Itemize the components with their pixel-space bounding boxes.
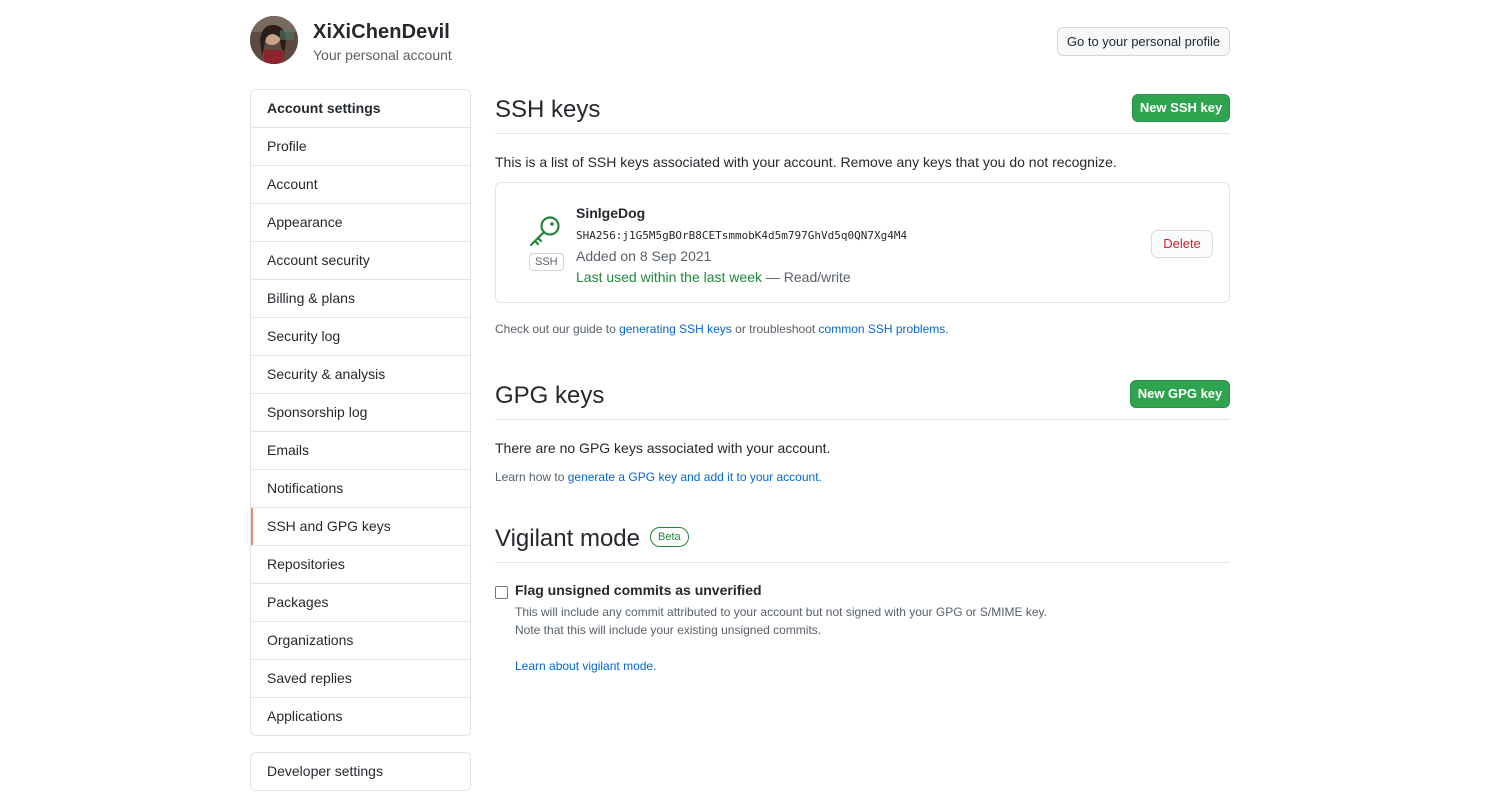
gpg-learn-note: Learn how to generate a GPG key and add … [495,470,1230,484]
flag-unsigned-commits-label[interactable]: Flag unsigned commits as unverified [515,582,762,598]
gpg-learn-prefix: Learn how to [495,470,568,484]
generate-gpg-key-link[interactable]: generate a GPG key and add it to your ac… [568,470,819,484]
developer-settings-menu: Developer settings [250,752,471,791]
sidebar-item-billing[interactable]: Billing & plans [251,280,470,318]
sidebar-item-security-log[interactable]: Security log [251,318,470,356]
ssh-key-fingerprint: SHA256:j1G5M5gBOrB8CETsmmobK4d5m797GhVd5… [576,229,908,242]
vigilant-learn: Learn about vigilant mode. [515,659,656,673]
gpg-keys-title: GPG keys [495,382,605,409]
ssh-key-item: SSH SinlgeDog SHA256:j1G5M5gBOrB8CETsmmo… [495,182,1230,303]
gpg-keys-empty: There are no GPG keys associated with yo… [495,440,831,456]
sidebar-item-organizations[interactable]: Organizations [251,622,470,660]
ssh-key-name: SinlgeDog [576,205,646,221]
ssh-guide-suffix: . [945,322,949,336]
vigilant-mode-option: Flag unsigned commits as unverified This… [495,582,1230,692]
ssh-guide-note: Check out our guide to generating SSH ke… [495,322,1230,336]
menu-heading: Account settings [251,90,470,128]
sidebar-item-notifications[interactable]: Notifications [251,470,470,508]
settings-sidebar: Account settings Profile Account Appeara… [250,89,471,791]
sidebar-item-packages[interactable]: Packages [251,584,470,622]
ssh-guide-prefix: Check out our guide to [495,322,620,336]
vigilant-mode-title-text: Vigilant mode [495,525,640,552]
main-content: SSH keys New SSH key This is a list of S… [495,89,1230,692]
account-settings-menu: Account settings Profile Account Appeara… [250,89,471,736]
ssh-guide-mid: or troubleshoot [731,322,819,336]
ssh-key-usage: Last used within the last week — Read/wr… [576,269,851,285]
ssh-key-last-used: Last used within the last week [576,269,762,285]
user-subtitle: Your personal account [313,47,452,63]
sidebar-item-saved-replies[interactable]: Saved replies [251,660,470,698]
vigilant-learn-suffix: . [653,659,657,673]
new-ssh-key-button[interactable]: New SSH key [1132,94,1230,122]
avatar[interactable] [250,16,298,64]
sidebar-item-account[interactable]: Account [251,166,470,204]
common-ssh-problems-link[interactable]: common SSH problems [819,322,946,336]
key-icon [528,214,562,253]
delete-ssh-key-button[interactable]: Delete [1151,230,1213,258]
ssh-badge: SSH [529,253,564,271]
ssh-key-access: — Read/write [762,269,851,285]
ssh-key-added-date: Added on 8 Sep 2021 [576,248,712,264]
sidebar-item-profile[interactable]: Profile [251,128,470,166]
vigilant-note-2: Note that this will include your existin… [515,623,822,637]
sidebar-item-appearance[interactable]: Appearance [251,204,470,242]
sidebar-item-emails[interactable]: Emails [251,432,470,470]
new-gpg-key-button[interactable]: New GPG key [1130,380,1230,408]
sidebar-item-account-security[interactable]: Account security [251,242,470,280]
ssh-keys-subhead: SSH keys New SSH key [495,89,1230,134]
user-name: XiXiChenDevil [313,21,450,43]
ssh-keys-description: This is a list of SSH keys associated wi… [495,154,1117,170]
learn-vigilant-mode-link[interactable]: Learn about vigilant mode [515,659,653,673]
go-to-profile-button[interactable]: Go to your personal profile [1057,27,1230,56]
sidebar-item-applications[interactable]: Applications [251,698,470,735]
vigilant-mode-title: Vigilant mode Beta [495,525,689,553]
gpg-learn-suffix: . [818,470,822,484]
account-header: XiXiChenDevil Your personal account Go t… [250,16,1230,66]
gpg-keys-subhead: GPG keys New GPG key [495,375,1230,420]
sidebar-item-sponsorship-log[interactable]: Sponsorship log [251,394,470,432]
vigilant-note-1: This will include any commit attributed … [515,605,1048,619]
sidebar-item-developer-settings[interactable]: Developer settings [251,753,470,790]
sidebar-item-ssh-gpg-keys[interactable]: SSH and GPG keys [251,508,470,546]
ssh-keys-title: SSH keys [495,96,601,123]
generating-ssh-keys-link[interactable]: generating SSH keys [619,322,732,336]
flag-unsigned-commits-checkbox[interactable] [495,586,508,599]
beta-badge: Beta [649,526,689,547]
vigilant-mode-subhead: Vigilant mode Beta [495,518,1230,563]
sidebar-item-repositories[interactable]: Repositories [251,546,470,584]
sidebar-item-security-analysis[interactable]: Security & analysis [251,356,470,394]
